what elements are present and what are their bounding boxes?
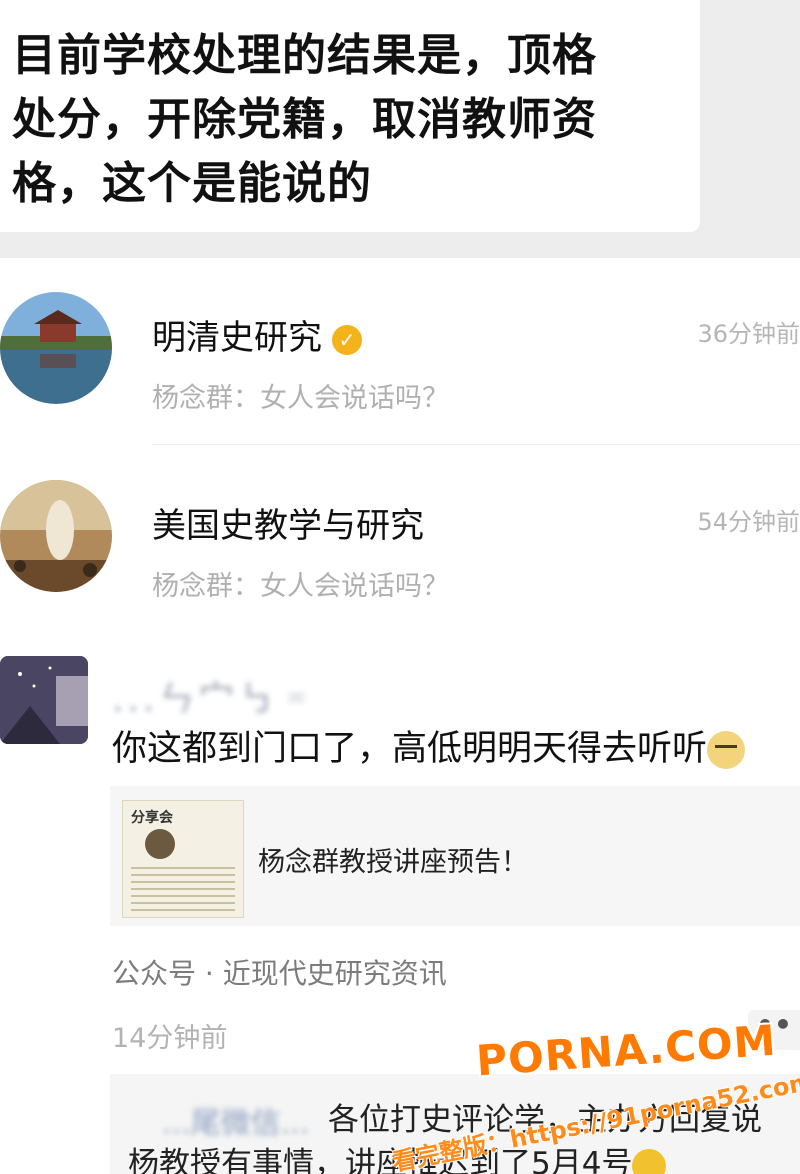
comment-author[interactable]: ...尾微信... <box>162 1098 309 1142</box>
laugh-cry-icon <box>632 1148 667 1174</box>
post-author-avatar[interactable] <box>0 656 88 744</box>
message-bubble: 目前学校处理的结果是，顶格 处分，开除党籍，取消教师资 格，这个是能说的 <box>0 0 700 232</box>
verified-badge-icon: ✓ <box>332 324 362 355</box>
doge-icon <box>707 731 746 769</box>
painting-avatar <box>0 480 112 592</box>
painting-icon <box>0 480 112 592</box>
forbidden-city-icon <box>0 292 112 404</box>
chat-item-us-history[interactable]: 美国史教学与研究 54分钟前 杨念群：女人会说话吗？ <box>0 446 800 634</box>
chat-time: 36分钟前 <box>697 320 800 348</box>
forbidden-city-avatar <box>0 292 112 404</box>
shared-article-card[interactable]: 分享会 杨念群教授讲座预告！ <box>110 786 800 926</box>
message-line-3: 格，这个是能说的 <box>12 158 372 209</box>
post-source[interactable]: 公众号 · 近现代史研究资讯 <box>112 952 447 992</box>
speaker-photo-icon <box>145 829 175 859</box>
article-title: 杨念群教授讲座预告！ <box>258 847 528 878</box>
post-text-content: 你这都到门口了，高低明明天得去听听 <box>112 729 708 769</box>
comment-text-line-2-content: 杨教授有事情，讲座推迟到了5月4号 <box>128 1146 633 1174</box>
chat-name: 美国史教学与研究 <box>152 506 424 546</box>
post-timestamp: 14分钟前 <box>112 1023 228 1054</box>
chat-name-text: 明清史研究 <box>152 318 322 358</box>
poster-text-lines <box>131 867 235 911</box>
chat-item-ming-qing[interactable]: 明清史研究 ✓ 36分钟前 杨念群：女人会说话吗？ <box>0 258 800 446</box>
chat-name: 明清史研究 ✓ <box>152 310 362 359</box>
thumbnail-title: 分享会 <box>131 810 173 826</box>
chat-preview: 杨念群：女人会说话吗？ <box>152 571 449 602</box>
message-line-1: 目前学校处理的结果是，顶格 <box>12 30 597 81</box>
message-line-2: 处分，开除党籍，取消教师资 <box>12 94 597 145</box>
chat-preview: 杨念群：女人会说话吗？ <box>152 383 449 414</box>
chat-time: 54分钟前 <box>697 508 800 536</box>
post-text: 你这都到门口了，高低明明天得去听听 <box>112 720 746 771</box>
article-thumbnail: 分享会 <box>122 800 244 918</box>
night-sky-icon <box>0 656 88 744</box>
divider <box>152 444 800 445</box>
post-author-name[interactable]: ...ㄣ宀㇉゠ <box>112 670 318 722</box>
